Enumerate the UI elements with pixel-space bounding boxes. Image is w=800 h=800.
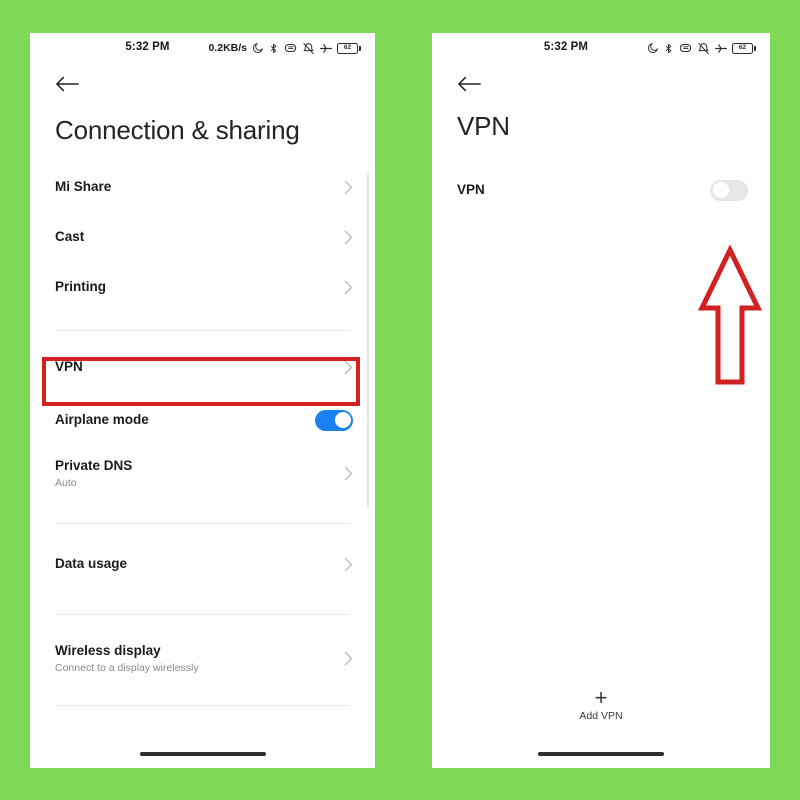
battery-level-label: 62 [738, 43, 747, 51]
list-item-vpn[interactable]: VPN [30, 339, 375, 395]
page-title-right: VPN [457, 111, 510, 141]
network-speed-label: 0.2KB/s [208, 42, 247, 54]
silent-icon [303, 42, 314, 54]
list-item-label: Wireless display [55, 642, 161, 658]
bluetooth-icon [270, 43, 277, 53]
chevron-right-icon [344, 180, 353, 194]
list-item-printing[interactable]: Printing [30, 262, 375, 312]
list-item-wireless-display[interactable]: Wireless display Connect to a display wi… [30, 633, 375, 683]
home-indicator-left [139, 751, 266, 756]
list-item-label: Mi Share [55, 178, 112, 194]
list-item-label: Printing [55, 278, 106, 294]
list-item-cast[interactable]: Cast [30, 212, 375, 262]
do-not-disturb-moon-icon [253, 42, 264, 54]
list-item-subtitle: Connect to a display wirelessly [55, 662, 199, 675]
chevron-right-icon [344, 230, 353, 244]
vpn-toggle[interactable] [710, 179, 748, 201]
settings-list-left: Mi Share Cast Printing VPN Airplane mode… [30, 146, 375, 706]
phone-screen-connection-sharing: 5:32 PM 0.2KB/s 62 Connection & sharing … [30, 33, 375, 768]
back-arrow-icon[interactable] [55, 75, 79, 93]
list-item-label: VPN [457, 181, 485, 197]
list-item-airplane-mode[interactable]: Airplane mode [30, 395, 375, 445]
home-indicator-right [538, 751, 664, 756]
silent-icon [698, 42, 709, 54]
do-not-disturb-moon-icon [648, 42, 659, 54]
bluetooth-icon [665, 43, 672, 53]
airplane-mode-icon [320, 43, 332, 53]
red-up-arrow-icon [698, 245, 762, 385]
list-item-subtitle: Auto [55, 477, 77, 490]
vibrate-icon [679, 44, 692, 52]
list-item-label: VPN [55, 358, 83, 374]
list-item-mi-share[interactable]: Mi Share [30, 162, 375, 212]
battery-level-label: 62 [343, 43, 352, 51]
back-arrow-icon[interactable] [457, 75, 481, 93]
list-item-label: Private DNS [55, 457, 133, 473]
chevron-right-icon [344, 557, 353, 571]
airplane-mode-icon [715, 43, 727, 53]
chevron-right-icon [344, 466, 353, 480]
status-bar-icons: 0.2KB/s 62 [208, 42, 361, 55]
section-divider [55, 705, 350, 706]
add-vpn-label: Add VPN [579, 710, 623, 722]
status-bar-icons: 62 [647, 42, 756, 55]
chevron-right-icon [344, 360, 353, 374]
airplane-mode-toggle[interactable] [315, 409, 353, 431]
status-bar-left: 5:32 PM 0.2KB/s 62 [30, 33, 375, 63]
back-button-right[interactable] [432, 63, 770, 105]
page-title-left: Connection & sharing [55, 115, 300, 145]
vibrate-icon [284, 44, 297, 52]
phone-screen-vpn: 5:32 PM 62 VPN VPN + Add VPN [432, 33, 770, 768]
list-item-private-dns[interactable]: Private DNS Auto [30, 445, 375, 501]
chevron-right-icon [344, 651, 353, 665]
chevron-right-icon [344, 280, 353, 294]
battery-icon: 62 [732, 42, 756, 54]
list-item-label: Airplane mode [55, 411, 149, 427]
settings-list-right: VPN [432, 142, 770, 210]
battery-icon: 62 [337, 42, 361, 54]
scrollbar-left[interactable] [366, 173, 369, 508]
plus-icon: + [594, 685, 608, 710]
back-button-left[interactable] [30, 63, 375, 105]
list-item-label: Data usage [55, 555, 128, 571]
add-vpn-button[interactable]: + Add VPN [432, 685, 770, 723]
list-item-label: Cast [55, 228, 85, 244]
status-bar-right: 5:32 PM 62 [432, 33, 770, 63]
list-item-data-usage[interactable]: Data usage [30, 536, 375, 592]
list-item-vpn-toggle-row[interactable]: VPN [432, 170, 770, 210]
